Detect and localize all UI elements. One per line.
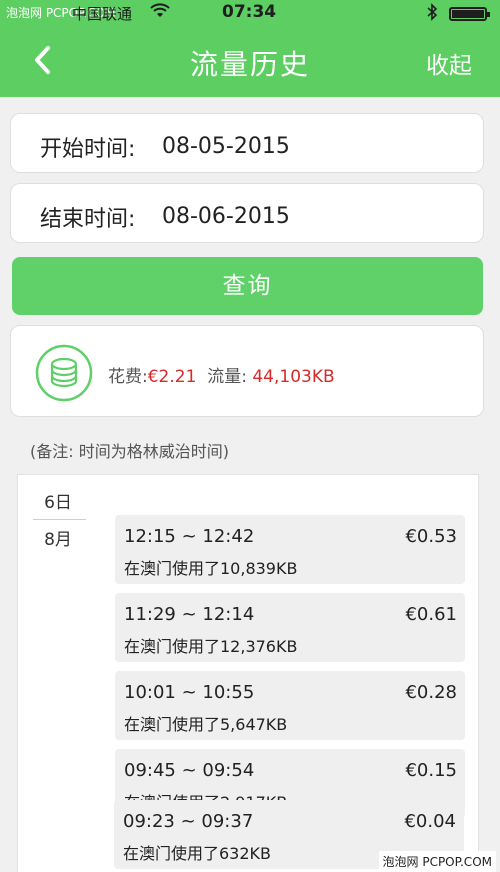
list-item[interactable]: 12:15 ~ 12:42 €0.53 在澳门使用了10,839KB	[115, 515, 465, 584]
list-item[interactable]: 11:29 ~ 12:14 €0.61 在澳门使用了12,376KB	[115, 593, 465, 662]
status-time: 07:34	[222, 2, 277, 22]
entry-time-range: 09:45 ~ 09:54	[124, 760, 255, 781]
page-title: 流量历史	[189, 48, 310, 81]
wifi-icon	[150, 3, 170, 23]
entry-usage: 在澳门使用了632KB	[123, 844, 272, 863]
entry-cost: €0.15	[405, 760, 457, 781]
cost-value: €2.21	[147, 367, 197, 387]
traffic-label: 流量:	[207, 367, 247, 387]
entry-time-range: 10:01 ~ 10:55	[124, 682, 255, 703]
end-time-value[interactable]: 08-06-2015	[162, 204, 290, 229]
entry-cost: €0.04	[404, 811, 456, 832]
start-time-value[interactable]: 08-05-2015	[162, 134, 290, 159]
summary-text: 花费:€2.21 流量: 44,103KB	[108, 362, 335, 387]
bluetooth-icon	[426, 3, 438, 25]
date-day: 6日	[44, 493, 72, 513]
start-time-field[interactable]: 开始时间: 08-05-2015	[10, 113, 484, 173]
query-button[interactable]: 查询	[12, 257, 483, 315]
date-divider	[33, 519, 86, 520]
timezone-note: (备注: 时间为格林威治时间)	[30, 442, 229, 461]
entry-usage: 在澳门使用了12,376KB	[124, 637, 298, 656]
collapse-button[interactable]: 收起	[426, 46, 472, 80]
battery-icon	[449, 7, 490, 21]
end-time-field[interactable]: 结束时间: 08-06-2015	[10, 183, 484, 243]
entry-usage: 在澳门使用了10,839KB	[124, 559, 298, 578]
end-time-label: 结束时间:	[40, 207, 136, 232]
start-time-label: 开始时间:	[40, 137, 136, 162]
traffic-value: 44,103KB	[252, 367, 335, 387]
date-month: 8月	[44, 530, 72, 550]
entry-time-range: 12:15 ~ 12:42	[124, 526, 255, 547]
entry-time-range: 09:23 ~ 09:37	[123, 811, 254, 832]
entry-cost: €0.61	[405, 604, 457, 625]
list-item[interactable]: 10:01 ~ 10:55 €0.28 在澳门使用了5,647KB	[115, 671, 465, 740]
cost-label: 花费:	[108, 367, 148, 387]
coin-stack-icon	[34, 343, 94, 403]
battery-fill	[452, 10, 484, 18]
entry-usage: 在澳门使用了5,647KB	[124, 715, 288, 734]
footer-watermark: 泡泡网 PCPOP.COM	[378, 851, 496, 872]
entry-cost: €0.53	[405, 526, 457, 547]
entry-cost: €0.28	[405, 682, 457, 703]
summary-card: 花费:€2.21 流量: 44,103KB	[10, 325, 484, 417]
entry-time-range: 11:29 ~ 12:14	[124, 604, 255, 625]
carrier-name: 中国联通	[72, 5, 133, 23]
nav-bar: 流量历史 收起	[0, 26, 500, 97]
status-bar: 泡泡网 PCPOP.COM 中国联通 07:34	[0, 0, 500, 26]
